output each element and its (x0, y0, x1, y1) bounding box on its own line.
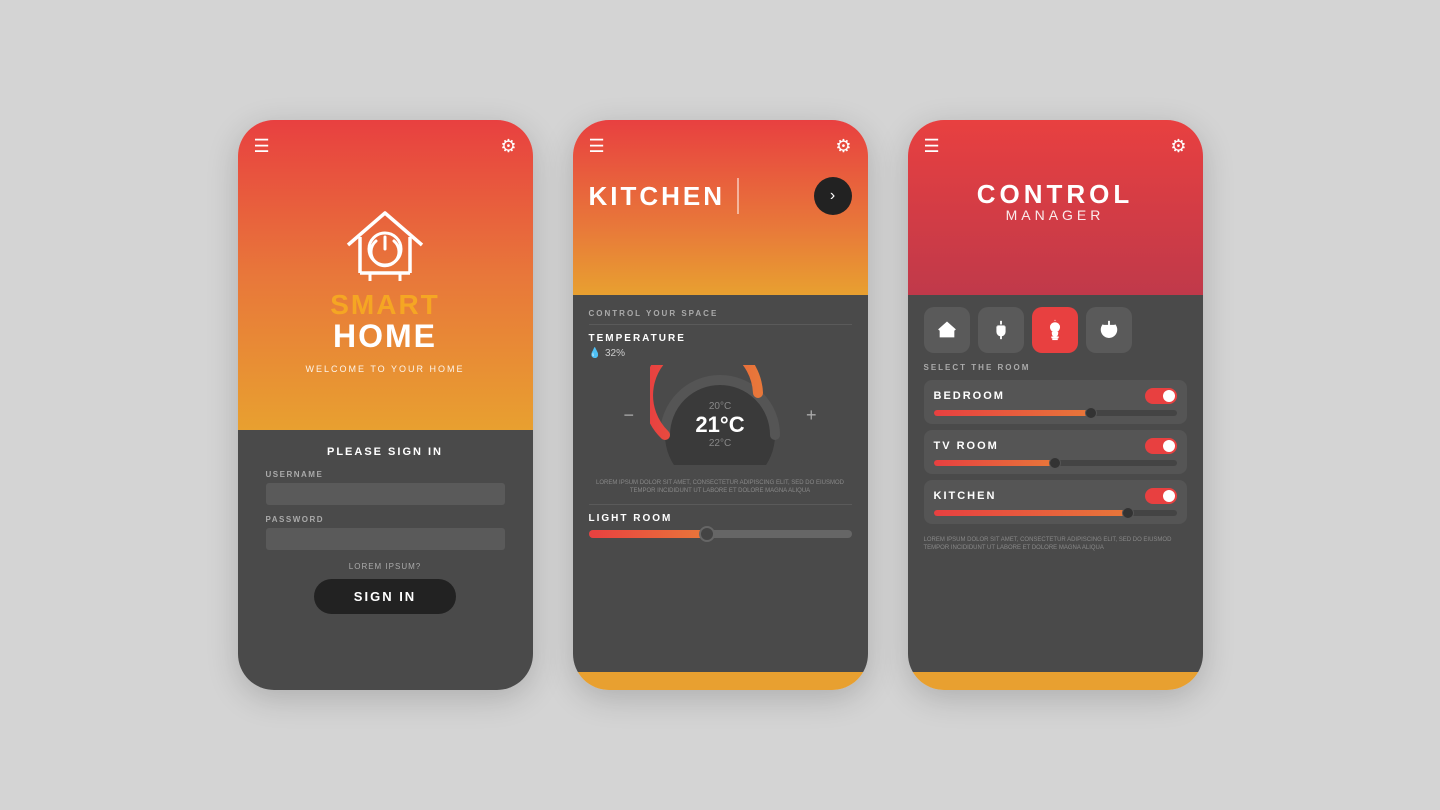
bedroom-card: BEDROOM (924, 380, 1187, 424)
temperature-title: TEMPERATURE (589, 333, 852, 344)
control-your-space-label: CONTROL YOUR SPACE (589, 309, 852, 318)
tvroom-toggle[interactable] (1145, 438, 1177, 454)
bedroom-slider-fill (934, 410, 1092, 416)
humidity-value: 32% (605, 348, 625, 359)
hamburger-icon-3[interactable]: ☰ (924, 136, 940, 157)
gauge-wrapper: 20°C 21°C 22°C (650, 365, 790, 465)
tvroom-slider-fill (934, 460, 1056, 466)
lorem-text: LOREM IPSUM? (349, 562, 421, 571)
kitchen-slider-fill (934, 510, 1128, 516)
bulb-icon (1044, 319, 1066, 341)
orange-bar-3 (908, 672, 1203, 690)
icon-row (924, 307, 1187, 353)
username-input[interactable] (266, 483, 505, 505)
password-label: PASSWORD (266, 515, 325, 524)
phone2: ☰ ⚙ KITCHEN › CONTROL YOUR SPACE TEMPERA… (573, 120, 868, 690)
gauge-container: − (589, 365, 852, 465)
sign-in-title: PLEASE SIGN IN (327, 446, 443, 458)
tvroom-slider-track[interactable] (934, 460, 1177, 466)
gear-icon-2[interactable]: ⚙ (835, 136, 851, 157)
username-label: USERNAME (266, 470, 324, 479)
smart-home-title: SMART HOME (330, 291, 440, 354)
sign-in-button[interactable]: SIGN IN (314, 579, 456, 614)
kitchen-name: KITCHEN (934, 490, 997, 502)
smart-text: SMART (330, 291, 440, 319)
temp-description: LOREM IPSUM DOLOR SIT AMET, CONSECTETUR … (589, 479, 852, 496)
gear-icon-3[interactable]: ⚙ (1170, 136, 1186, 157)
phone1-gradient: ☰ ⚙ SMART HOME WE (238, 120, 533, 430)
separator2 (589, 504, 852, 505)
home-icon-btn[interactable] (924, 307, 970, 353)
phone3-bottom: SELECT THE ROOM BEDROOM TV ROOM (908, 295, 1203, 672)
phone3-topbar: ☰ ⚙ (924, 136, 1187, 157)
phone1-topbar: ☰ ⚙ (254, 136, 517, 157)
power-icon (1098, 319, 1120, 341)
home-icon (936, 319, 958, 341)
kitchen-slider-thumb[interactable] (1122, 507, 1134, 519)
temp-top: 20°C (695, 401, 744, 412)
control-text: CONTROL (924, 181, 1187, 207)
gauge-minus-button[interactable]: − (623, 405, 634, 426)
manager-text: MANAGER (924, 207, 1187, 223)
bedroom-toggle[interactable] (1145, 388, 1177, 404)
kitchen-header: KITCHEN (934, 488, 1177, 504)
select-room-label: SELECT THE ROOM (924, 363, 1187, 372)
phone2-bottom: CONTROL YOUR SPACE TEMPERATURE 💧 32% − (573, 295, 868, 672)
tvroom-card: TV ROOM (924, 430, 1187, 474)
phone3-gradient: ☰ ⚙ CONTROL MANAGER (908, 120, 1203, 295)
kitchen-toggle[interactable] (1145, 488, 1177, 504)
home-text: HOME (330, 319, 440, 354)
hamburger-icon[interactable]: ☰ (254, 136, 270, 157)
bulb-icon-btn[interactable] (1032, 307, 1078, 353)
phone3: ☰ ⚙ CONTROL MANAGER (908, 120, 1203, 690)
gear-icon[interactable]: ⚙ (500, 136, 516, 157)
temperature-section: TEMPERATURE 💧 32% − (589, 333, 852, 471)
humidity-row: 💧 32% (589, 348, 852, 359)
kitchen-card: KITCHEN (924, 480, 1187, 524)
tvroom-name: TV ROOM (934, 440, 999, 452)
orange-bar (573, 672, 868, 690)
bedroom-slider-thumb[interactable] (1085, 407, 1097, 419)
control-manager-title: CONTROL MANAGER (924, 181, 1187, 223)
light-slider-thumb[interactable] (699, 526, 715, 542)
bedroom-header: BEDROOM (934, 388, 1177, 404)
separator1 (589, 324, 852, 325)
plug-icon-btn[interactable] (978, 307, 1024, 353)
kitchen-slider-track[interactable] (934, 510, 1177, 516)
light-slider-track[interactable] (589, 530, 852, 538)
tvroom-slider-thumb[interactable] (1049, 457, 1061, 469)
phone1: ☰ ⚙ SMART HOME WE (238, 120, 533, 690)
kitchen-header: KITCHEN › (589, 177, 852, 215)
bedroom-slider-track[interactable] (934, 410, 1177, 416)
welcome-text: WELCOME TO YOUR HOME (305, 364, 464, 374)
gauge-center: 20°C 21°C 22°C (695, 401, 744, 449)
hamburger-icon-2[interactable]: ☰ (589, 136, 605, 157)
home-icon-container: SMART HOME WELCOME TO YOUR HOME (254, 165, 517, 414)
light-room-section: LIGHT ROOM (589, 504, 852, 538)
next-button[interactable]: › (814, 177, 852, 215)
temp-main: 21°C (695, 412, 744, 438)
password-input[interactable] (266, 528, 505, 550)
next-arrow-icon: › (830, 187, 835, 205)
control-description: LOREM IPSUM DOLOR SIT AMET, CONSECTETUR … (924, 536, 1187, 553)
phone2-topbar: ☰ ⚙ (589, 136, 852, 157)
tvroom-header: TV ROOM (934, 438, 1177, 454)
power-icon-btn[interactable] (1086, 307, 1132, 353)
phone1-bottom: PLEASE SIGN IN USERNAME PASSWORD LOREM I… (238, 430, 533, 690)
gauge-plus-button[interactable]: + (806, 405, 817, 426)
phone2-gradient: ☰ ⚙ KITCHEN › (573, 120, 868, 295)
temp-bottom: 22°C (695, 438, 744, 449)
kitchen-title: KITCHEN (589, 181, 726, 212)
light-slider-fill (589, 530, 707, 538)
drop-icon: 💧 (589, 348, 601, 359)
bedroom-name: BEDROOM (934, 390, 1005, 402)
house-icon (340, 205, 430, 285)
plug-icon (990, 319, 1012, 341)
kitchen-divider (737, 178, 739, 214)
light-room-title: LIGHT ROOM (589, 513, 852, 524)
